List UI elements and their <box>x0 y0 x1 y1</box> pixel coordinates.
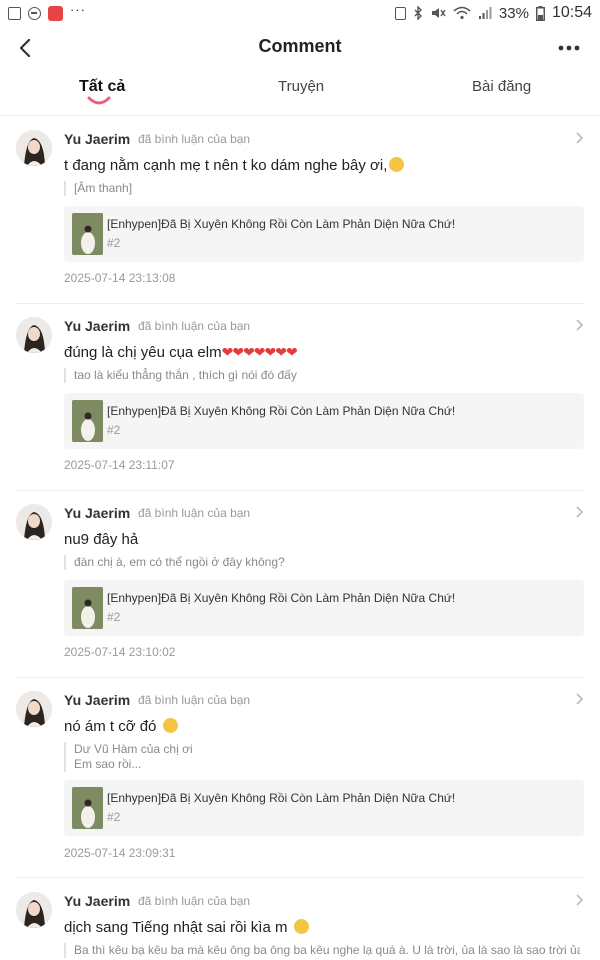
bluetooth-icon <box>414 6 422 20</box>
comment-username[interactable]: Yu Jaerim <box>64 131 130 147</box>
app-header: Comment <box>0 26 600 70</box>
chevron-right-icon[interactable] <box>574 131 584 145</box>
avatar[interactable] <box>16 892 52 928</box>
comment-action: đã bình luận của bạn <box>138 319 251 333</box>
comment-card[interactable]: Yu Jaerim đã bình luận của bạn nó ám t c… <box>0 678 600 878</box>
wifi-icon <box>453 6 471 20</box>
story-chapter: #2 <box>107 610 121 624</box>
comment-username[interactable]: Yu Jaerim <box>64 692 130 708</box>
pensive-emoji-icon <box>162 718 178 733</box>
comment-card[interactable]: Yu Jaerim đã bình luận của bạn dịch sang… <box>0 879 600 960</box>
tab-posts[interactable]: Bài đăng <box>472 78 531 95</box>
quoted-text: đàn chị à, em có thể ngồi ở đây không? <box>64 555 580 570</box>
crying-emoji-icon <box>389 157 405 172</box>
story-thumbnail <box>72 213 103 255</box>
quoted-text: Dư Vũ Hàm của chị ơi Em sao rồi... <box>64 742 580 772</box>
tab-stories[interactable]: Truyện <box>278 78 324 95</box>
story-thumbnail <box>72 400 103 442</box>
hearts-emoji-icon: ❤❤❤❤❤❤❤ <box>221 344 298 360</box>
story-title: [Enhypen]Đã Bị Xuyên Không Rồi Còn Làm P… <box>107 404 456 418</box>
avatar[interactable] <box>16 691 52 727</box>
story-link[interactable]: [Enhypen]Đã Bị Xuyên Không Rồi Còn Làm P… <box>64 780 584 836</box>
more-notifications-icon: ··· <box>70 2 86 17</box>
comment-action: đã bình luận của bạn <box>138 894 251 908</box>
page-title: Comment <box>258 36 342 56</box>
story-title: [Enhypen]Đã Bị Xuyên Không Rồi Còn Làm P… <box>107 791 456 805</box>
comment-text: t đang nằm cạnh mẹ t nên t ko dám nghe b… <box>64 157 405 174</box>
battery-percent: 33% <box>498 4 529 22</box>
comment-card[interactable]: Yu Jaerim đã bình luận của bạn t đang nằ… <box>0 117 600 304</box>
quoted-text: Ba thì kêu bạ kêu ba mà kêu ông ba ông b… <box>64 943 580 958</box>
quoted-text: [Âm thanh] <box>64 181 580 196</box>
comment-timestamp: 2025-07-14 23:09:31 <box>64 846 176 860</box>
tab-divider <box>0 115 600 116</box>
mute-icon <box>431 8 446 18</box>
comment-username[interactable]: Yu Jaerim <box>64 505 130 521</box>
story-link[interactable]: [Enhypen]Đã Bị Xuyên Không Rồi Còn Làm P… <box>64 206 584 262</box>
active-tab-indicator <box>87 96 111 105</box>
quoted-text: tao là kiểu thẳng thắn , thích gì nói đó… <box>64 368 580 383</box>
status-bar: ··· 33% 10:54 <box>0 0 600 26</box>
story-chapter: #2 <box>107 423 121 437</box>
chevron-right-icon[interactable] <box>574 692 584 706</box>
quoted-text-line: Em sao rồi... <box>74 757 142 771</box>
comment-card[interactable]: Yu Jaerim đã bình luận của bạn đúng là c… <box>0 304 600 491</box>
comment-text: dịch sang Tiếng nhật sai rồi kìa m <box>64 919 309 936</box>
comment-text: đúng là chị yêu cụa elm❤❤❤❤❤❤❤ <box>64 344 298 361</box>
avatar[interactable] <box>16 317 52 353</box>
signal-icon <box>478 7 492 19</box>
story-title: [Enhypen]Đã Bị Xuyên Không Rồi Còn Làm P… <box>107 217 456 231</box>
story-chapter: #2 <box>107 236 121 250</box>
chevron-right-icon[interactable] <box>574 893 584 907</box>
quoted-text-line: Dư Vũ Hàm của chị ơi <box>74 742 193 756</box>
battery-icon <box>535 5 545 21</box>
comment-action: đã bình luận của bạn <box>138 132 251 146</box>
tab-bar: Tất cả Truyện Bài đăng <box>0 72 600 112</box>
tab-all[interactable]: Tất cả <box>79 78 125 96</box>
story-thumbnail <box>72 587 103 629</box>
story-thumbnail <box>72 787 103 829</box>
story-link[interactable]: [Enhypen]Đã Bị Xuyên Không Rồi Còn Làm P… <box>64 580 584 636</box>
story-title: [Enhypen]Đã Bị Xuyên Không Rồi Còn Làm P… <box>107 591 456 605</box>
clock: 10:54 <box>551 4 592 21</box>
app-notification-icon <box>48 5 63 21</box>
do-not-disturb-icon <box>28 6 41 20</box>
chevron-right-icon[interactable] <box>574 318 584 332</box>
comment-username[interactable]: Yu Jaerim <box>64 318 130 334</box>
comment-timestamp: 2025-07-14 23:13:08 <box>64 271 176 285</box>
chevron-right-icon[interactable] <box>574 505 584 519</box>
battery-saver-icon <box>394 6 406 20</box>
gallery-icon <box>8 6 21 20</box>
story-link[interactable]: [Enhypen]Đã Bị Xuyên Không Rồi Còn Làm P… <box>64 393 584 449</box>
comment-timestamp: 2025-07-14 23:10:02 <box>64 645 176 659</box>
comment-timestamp: 2025-07-14 23:11:07 <box>64 458 175 472</box>
more-options-icon[interactable] <box>556 38 582 58</box>
card-divider <box>16 877 584 878</box>
avatar[interactable] <box>16 504 52 540</box>
disappointed-emoji-icon <box>293 919 309 934</box>
comment-action: đã bình luận của bạn <box>138 506 251 520</box>
comment-action: đã bình luận của bạn <box>138 693 251 707</box>
comment-username[interactable]: Yu Jaerim <box>64 893 130 909</box>
comment-card[interactable]: Yu Jaerim đã bình luận của bạn nu9 đây h… <box>0 491 600 678</box>
story-chapter: #2 <box>107 810 121 824</box>
avatar[interactable] <box>16 130 52 166</box>
comment-text: nu9 đây hả <box>64 531 139 548</box>
comment-text: nó ám t cỡ đó <box>64 718 178 735</box>
